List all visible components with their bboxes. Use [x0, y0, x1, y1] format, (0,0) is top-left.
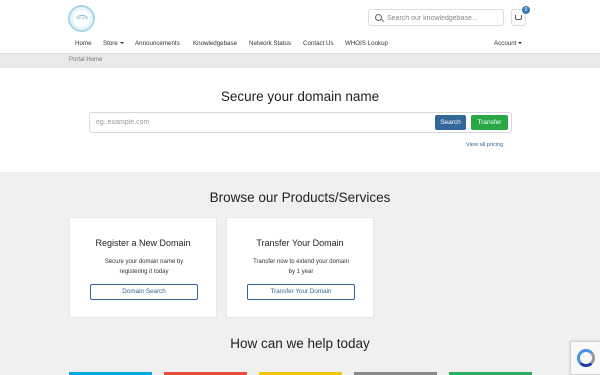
cart-button[interactable]: 0: [511, 6, 530, 26]
card-title: Register a New Domain: [95, 238, 191, 248]
domain-search-button[interactable]: Search: [435, 115, 466, 130]
nav-whois-lookup[interactable]: WHOIS Lookup: [345, 40, 388, 47]
nav-store-label: Store: [103, 40, 118, 47]
nav-knowledgebase[interactable]: Knowledgebase: [193, 40, 237, 47]
nav-account[interactable]: Account: [494, 40, 523, 47]
card-title: Transfer Your Domain: [256, 238, 344, 248]
view-pricing-link[interactable]: View all pricing: [466, 142, 503, 148]
recaptcha-badge[interactable]: [570, 341, 600, 375]
chevron-down-icon: [518, 42, 523, 45]
nav-store[interactable]: Store: [103, 40, 124, 47]
nav-contact-us[interactable]: Contact Us: [303, 40, 334, 47]
nav-account-label: Account: [494, 40, 517, 47]
domain-section-title: Secure your domain name: [220, 89, 380, 104]
recaptcha-icon: [577, 349, 595, 367]
card-description: Secure your domain name by registering i…: [104, 259, 184, 275]
help-section-title: How can we help today: [230, 336, 370, 351]
transfer-domain-card-button[interactable]: Transfer Your Domain: [247, 284, 355, 300]
nav-home[interactable]: Home: [75, 40, 92, 47]
site-logo[interactable]: Net Hub: [68, 5, 95, 32]
breadcrumb-bar: Portal Home: [0, 53, 600, 68]
breadcrumb-portal-home[interactable]: Portal Home: [69, 57, 102, 63]
domain-search-card-button[interactable]: Domain Search: [90, 284, 198, 300]
chevron-down-icon: [119, 42, 124, 45]
register-domain-card: Register a New Domain Secure your domain…: [69, 217, 217, 318]
cart-icon: [515, 15, 522, 20]
domain-search-form: Search Transfer: [89, 112, 512, 133]
knowledgebase-search[interactable]: [368, 9, 504, 26]
cart-count-badge: 0: [522, 6, 530, 14]
products-title: Browse our Products/Services: [209, 190, 391, 205]
nav-network-status[interactable]: Network Status: [249, 40, 291, 47]
search-icon: [375, 14, 382, 21]
search-input[interactable]: [387, 12, 499, 24]
domain-input[interactable]: [96, 117, 416, 128]
domain-transfer-button[interactable]: Transfer: [471, 115, 508, 130]
logo-text: Net Hub: [76, 16, 88, 20]
nav-announcements[interactable]: Announcements: [135, 40, 180, 47]
transfer-domain-card: Transfer Your Domain Transfer now to ext…: [226, 217, 374, 318]
main-navigation: Home Store Announcements Knowledgebase N…: [0, 36, 600, 53]
header: Net Hub 0: [0, 0, 600, 36]
card-description: Transfer now to extend your domain by 1 …: [253, 259, 349, 275]
